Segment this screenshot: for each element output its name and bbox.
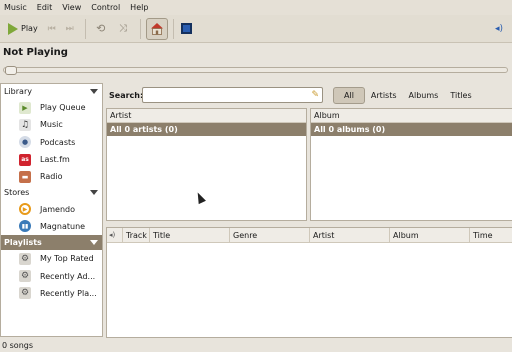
magnatune-icon: ▮▮	[19, 220, 31, 233]
column-header-time[interactable]: Time	[470, 228, 512, 243]
track-list: ◂) Track Title Genre Artist Album Time	[106, 227, 512, 338]
column-header-title[interactable]: Title	[150, 228, 230, 243]
play-button[interactable]: Play	[4, 19, 42, 39]
artist-browser: Artist All 0 artists (0)	[106, 108, 307, 221]
browse-button[interactable]	[145, 17, 168, 40]
toolbar-separator	[172, 18, 174, 39]
now-playing-title: Not Playing	[3, 47, 68, 58]
menu-edit[interactable]: Edit	[37, 3, 53, 12]
gear-icon: ⚙	[19, 287, 31, 300]
shuffle-button[interactable]: ⤨	[113, 19, 133, 39]
speaker-icon: ◂)	[109, 231, 116, 239]
podcast-icon: ●	[19, 136, 31, 149]
sidebar-item-label: Podcasts	[40, 137, 76, 147]
column-header-album[interactable]: Album	[390, 228, 470, 243]
menu-music[interactable]: Music	[4, 3, 27, 12]
stores-section-label: Stores	[4, 188, 30, 198]
sidebar-item-lastfm[interactable]: as Last.fm	[1, 151, 102, 168]
search-input[interactable]: ✎	[142, 87, 323, 103]
chevron-down-icon	[90, 190, 98, 196]
source-sidebar: Library ▶ Play Queue ♫ Music ● Podcasts …	[0, 83, 103, 337]
sidebar-item-my-top-rated[interactable]: ⚙ My Top Rated	[1, 250, 102, 267]
album-browser: Album All 0 albums (0)	[310, 108, 512, 221]
previous-icon: ⏮	[47, 23, 56, 34]
library-section-label: Library	[4, 87, 32, 96]
shuffle-icon: ⤨	[118, 23, 127, 34]
sidebar-item-music[interactable]: ♫ Music	[1, 116, 102, 133]
artist-all-row[interactable]: All 0 artists (0)	[107, 123, 306, 136]
seek-slider[interactable]	[3, 66, 508, 75]
now-playing-column-header[interactable]: ◂)	[107, 228, 123, 243]
filter-artists-button[interactable]: Artists	[365, 87, 403, 104]
sidebar-item-recently-played[interactable]: ⚙ Recently Pla...	[1, 285, 102, 302]
radio-icon: ▬	[19, 170, 31, 183]
play-queue-icon: ▶	[19, 101, 31, 114]
next-button[interactable]: ⏭	[62, 19, 78, 39]
sidebar-item-label: Play Queue	[40, 103, 86, 113]
toolbar-separator	[84, 18, 86, 39]
stores-section-header[interactable]: Stores	[1, 185, 102, 200]
search-filter-group: All Artists Albums Titles	[333, 87, 478, 104]
library-section-header[interactable]: Library	[1, 84, 102, 99]
visualizer-icon	[181, 23, 193, 34]
menu-help[interactable]: Help	[130, 3, 148, 12]
play-label: Play	[21, 24, 38, 33]
filter-all-button[interactable]: All	[333, 87, 365, 104]
search-label: Search:	[109, 91, 144, 100]
menu-control[interactable]: Control	[91, 3, 120, 12]
menubar: Music Edit View Control Help	[0, 0, 512, 15]
album-all-row[interactable]: All 0 albums (0)	[311, 123, 512, 136]
gear-icon: ⚙	[19, 252, 31, 265]
sidebar-item-label: Magnatune	[40, 221, 86, 231]
clear-search-icon[interactable]: ✎	[311, 90, 319, 100]
lastfm-icon: as	[19, 153, 31, 166]
chevron-down-icon	[90, 89, 98, 94]
repeat-button[interactable]: ⟲	[91, 19, 111, 39]
sidebar-item-magnatune[interactable]: ▮▮ Magnatune	[1, 218, 102, 235]
sidebar-item-jamendo[interactable]: ▶ Jamendo	[1, 200, 102, 217]
music-note-icon: ♫	[19, 118, 31, 131]
column-header-genre[interactable]: Genre	[230, 228, 310, 243]
repeat-icon: ⟲	[96, 22, 106, 35]
column-header-artist[interactable]: Artist	[310, 228, 390, 243]
sidebar-item-play-queue[interactable]: ▶ Play Queue	[1, 99, 102, 116]
status-bar-text: 0 songs	[2, 341, 34, 350]
filter-albums-button[interactable]: Albums	[403, 87, 445, 104]
playlists-section-label: Playlists	[4, 238, 42, 248]
volume-button[interactable]: ◂)	[492, 19, 506, 39]
toolbar-separator	[139, 18, 141, 39]
visualizer-button[interactable]	[179, 19, 195, 39]
menu-view[interactable]: View	[62, 3, 81, 12]
sidebar-item-radio[interactable]: ▬ Radio	[1, 168, 102, 185]
sidebar-item-label: Recently Ad...	[40, 271, 96, 281]
sidebar-item-recently-added[interactable]: ⚙ Recently Ad...	[1, 267, 102, 284]
toolbar: Play ⏮ ⏭ ⟲ ⤨ ◂)	[0, 15, 512, 43]
volume-icon: ◂)	[494, 23, 504, 34]
sidebar-item-label: My Top Rated	[40, 254, 94, 264]
filter-titles-button[interactable]: Titles	[444, 87, 477, 104]
gear-icon: ⚙	[19, 270, 31, 283]
sidebar-item-podcasts[interactable]: ● Podcasts	[1, 134, 102, 151]
sidebar-item-label: Recently Pla...	[40, 288, 97, 298]
seek-handle[interactable]	[5, 66, 17, 75]
artist-column-header[interactable]: Artist	[107, 109, 306, 123]
playlists-section-header[interactable]: Playlists	[1, 235, 102, 251]
home-icon	[150, 23, 163, 35]
sidebar-item-label: Music	[40, 120, 63, 130]
sidebar-item-label: Jamendo	[40, 204, 76, 214]
sidebar-item-label: Radio	[40, 172, 63, 182]
sidebar-item-label: Last.fm	[40, 155, 70, 165]
chevron-down-icon	[90, 240, 98, 246]
next-icon: ⏭	[65, 23, 74, 34]
play-icon	[8, 22, 18, 35]
column-header-track[interactable]: Track	[123, 228, 150, 243]
previous-button[interactable]: ⏮	[44, 19, 60, 39]
album-column-header[interactable]: Album	[311, 109, 512, 123]
jamendo-icon: ▶	[19, 203, 31, 216]
